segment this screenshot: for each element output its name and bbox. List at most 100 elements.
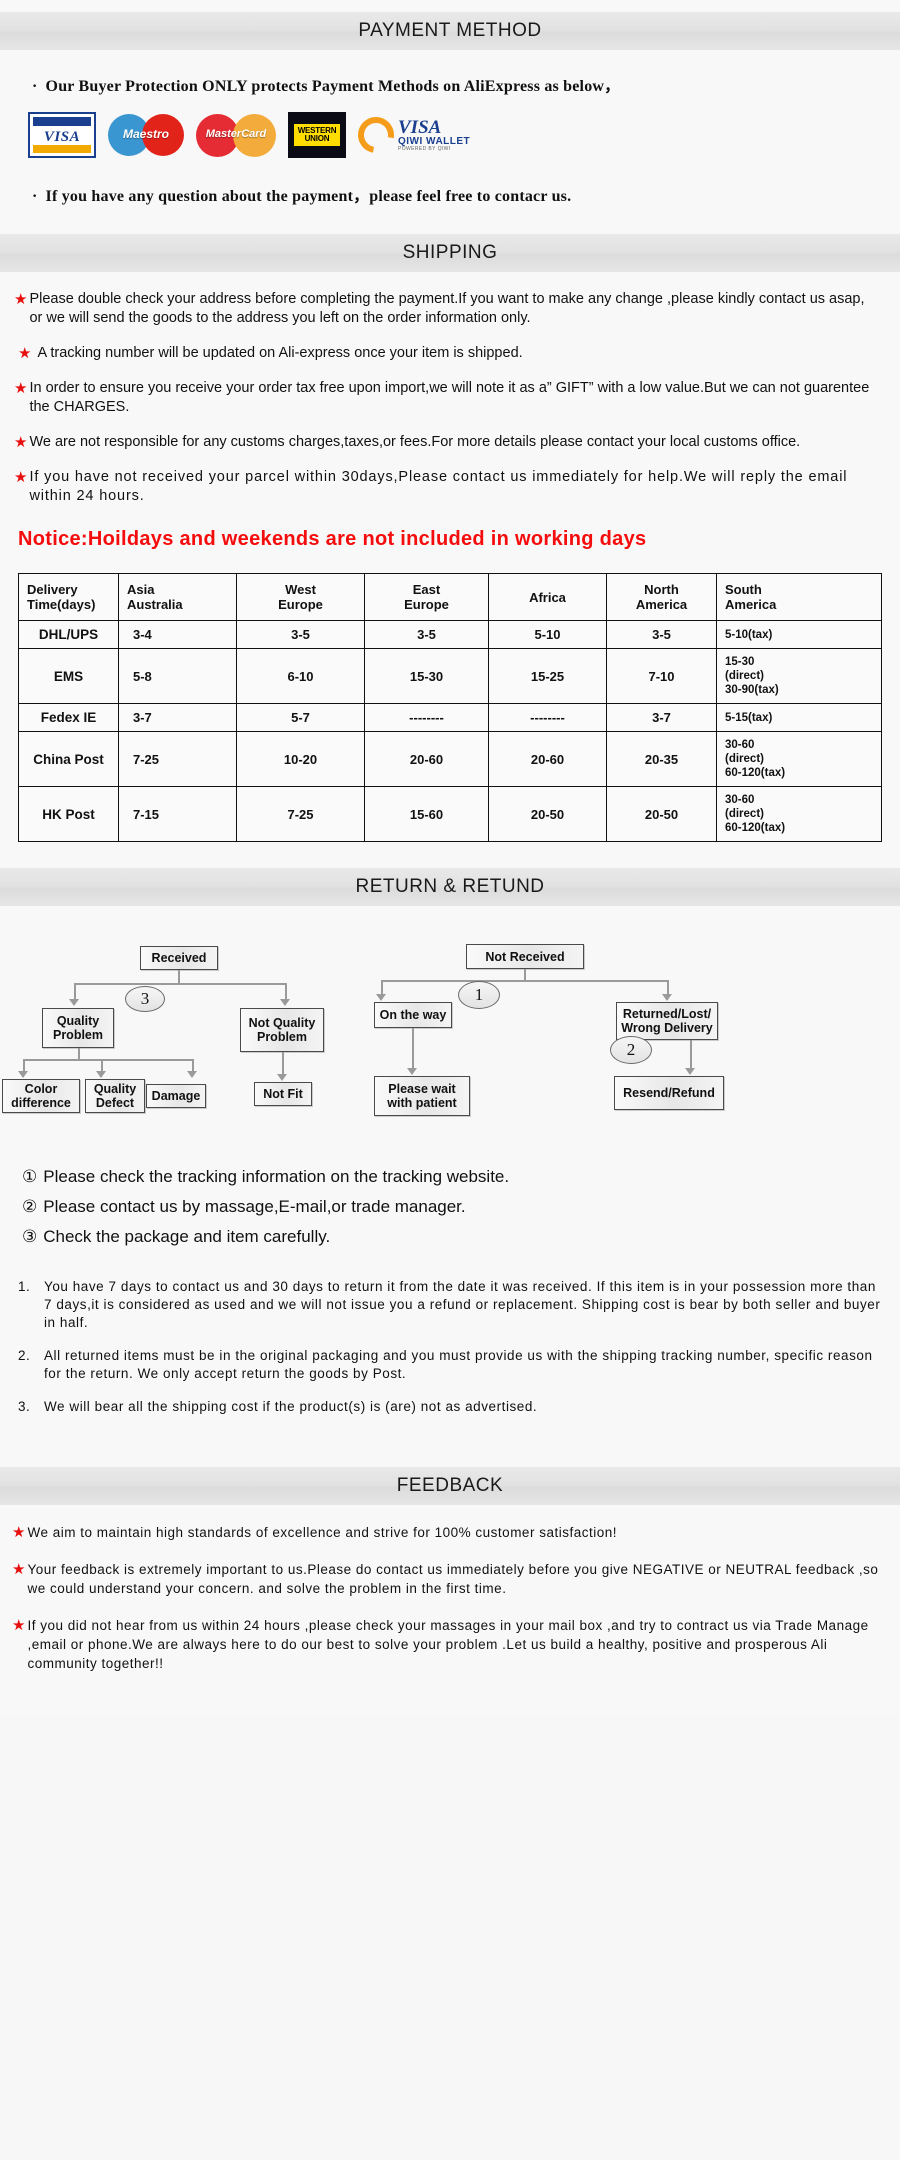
feedback-spacer (0, 1441, 900, 1467)
delivery-time-table: Delivery Time(days) Asia Australia West … (18, 573, 882, 842)
col-north-america: North America (606, 573, 717, 621)
feedback-bullet-text: Your feedback is extremely important to … (27, 1562, 879, 1596)
feedback-bullet: ★ If you did not hear from us within 24 … (12, 1616, 884, 1673)
shipping-bullet: ★ A tracking number will be updated on A… (0, 344, 900, 363)
table-row: Fedex IE 3-7 5-7 -------- -------- 3-7 5… (18, 703, 882, 732)
mastercard-logo: MasterCard (196, 112, 276, 158)
table-row: EMS 5-8 6-10 15-30 15-25 7-10 15-30 (dir… (18, 648, 882, 704)
feedback-bullet-text: We aim to maintain high standards of exc… (27, 1525, 617, 1540)
shipping-bullet: ★ Please double check your address befor… (0, 290, 900, 328)
cell-north-america: 20-35 (606, 731, 717, 787)
qiwi-ring-icon (350, 109, 402, 161)
policy-number: 2. (18, 1348, 31, 1363)
list-item: 1. You have 7 days to contact us and 30 … (18, 1278, 882, 1332)
list-item-text: Please check the tracking information on… (43, 1167, 510, 1186)
flow-node-quality-problem: Quality Problem (42, 1008, 114, 1048)
flow-connector (178, 970, 180, 984)
cell-south-america: 30-60 (direct) 60-120(tax) (716, 786, 882, 842)
flow-connector (381, 980, 668, 982)
policy-text: All returned items must be in the origin… (44, 1348, 873, 1381)
shipping-bullet: ★ In order to ensure you receive your or… (0, 379, 900, 417)
qiwi-visa-text: VISA (398, 117, 442, 138)
table-row: HK Post 7-15 7-25 15-60 20-50 20-50 30-6… (18, 786, 882, 842)
delivery-time-table-wrap: Delivery Time(days) Asia Australia West … (0, 573, 900, 868)
list-item: ③ Check the package and item carefully. (22, 1226, 900, 1247)
shipping-bullet-text: A tracking number will be updated on Ali… (37, 345, 523, 361)
flow-connector (101, 1059, 103, 1071)
table-row: China Post 7-25 10-20 20-60 20-60 20-35 … (18, 731, 882, 787)
shipping-bullet-text: In order to ensure you receive your orde… (29, 380, 870, 415)
cell-africa: 5-10 (488, 620, 607, 649)
cell-west-europe: 7-25 (236, 786, 365, 842)
holidays-notice: Notice:Hoildays and weekends are not inc… (18, 528, 647, 550)
policy-number: 3. (18, 1399, 31, 1414)
payment-title: PAYMENT METHOD (358, 20, 542, 41)
western-union-logo: WESTERN UNION (288, 112, 346, 158)
list-item-text: Check the package and item carefully. (43, 1227, 331, 1246)
mastercard-logo-text: MasterCard (205, 128, 267, 140)
cell-north-america: 7-10 (606, 648, 717, 704)
col-africa: Africa (488, 573, 607, 621)
cell-asia: 3-7 (118, 703, 237, 732)
flow-arrow-icon (18, 1071, 28, 1078)
flow-badge-3: 3 (125, 986, 165, 1012)
list-item: 2. All returned items must be in the ori… (18, 1347, 882, 1383)
flow-arrow-icon (187, 1071, 197, 1078)
flow-connector (74, 983, 286, 985)
policy-text: You have 7 days to contact us and 30 day… (44, 1279, 881, 1330)
col-south-america: South America (716, 573, 882, 621)
cell-asia: 7-15 (118, 786, 237, 842)
cell-south-america: 15-30 (direct) 30-90(tax) (716, 648, 882, 704)
feedback-bullet-text: If you did not hear from us within 24 ho… (27, 1618, 869, 1671)
cell-asia: 7-25 (118, 731, 237, 787)
flow-node-received: Received (140, 946, 218, 970)
cell-west-europe: 3-5 (236, 620, 365, 649)
star-icon: ★ (14, 380, 28, 397)
payment-bullet-1-text: Our Buyer Protection ONLY protects Payme… (45, 78, 621, 95)
flow-node-quality-defect: Quality Defect (85, 1079, 145, 1113)
flow-arrow-icon (407, 1068, 417, 1075)
section-header-return: RETURN & RETUND (0, 868, 900, 906)
flow-connector (74, 983, 76, 999)
circled-number-1: ① (22, 1167, 38, 1186)
cell-africa: 15-25 (488, 648, 607, 704)
feedback-content: ★ We aim to maintain high standards of e… (0, 1505, 900, 1715)
cell-east-europe: 15-60 (364, 786, 489, 842)
cell-east-europe: -------- (364, 703, 489, 732)
flow-connector (23, 1059, 25, 1071)
numbered-instructions: ① Please check the tracking information … (0, 1154, 900, 1262)
cell-north-america: 20-50 (606, 786, 717, 842)
payment-logos: VISA Maestro MasterCard WESTERN UNION VI… (0, 96, 900, 168)
top-spacer (0, 0, 900, 12)
shipping-bullet: ★ If you have not received your parcel w… (0, 468, 900, 506)
policy-number: 1. (18, 1279, 31, 1294)
flow-badge-2: 2 (610, 1036, 652, 1064)
star-icon: ★ (12, 1617, 26, 1634)
cell-east-europe: 3-5 (364, 620, 489, 649)
cell-south-america: 5-15(tax) (716, 703, 882, 732)
visa-logo: VISA (28, 112, 96, 158)
shipping-bullet-text: Please double check your address before … (29, 291, 865, 326)
shipping-title: SHIPPING (402, 242, 498, 263)
cell-west-europe: 6-10 (236, 648, 365, 704)
shipping-bullet-text: We are not responsible for any customs c… (29, 434, 801, 450)
shipping-content: ★ Please double check your address befor… (0, 272, 900, 573)
return-title: RETURN & RETUND (355, 876, 545, 897)
section-header-payment: PAYMENT METHOD (0, 12, 900, 50)
bullet-dot-icon: · (32, 188, 38, 205)
bullet-dot-icon: · (32, 78, 38, 95)
cell-asia: 3-4 (118, 620, 237, 649)
table-header-row: Delivery Time(days) Asia Australia West … (18, 573, 882, 621)
section-header-shipping: SHIPPING (0, 234, 900, 272)
cell-south-america: 30-60 (direct) 60-120(tax) (716, 731, 882, 787)
qiwi-wallet-logo: VISA QIWI WALLET POWERED BY QIWI (350, 109, 478, 161)
flow-node-not-fit: Not Fit (254, 1082, 312, 1106)
cell-north-america: 3-7 (606, 703, 717, 732)
feedback-title: FEEDBACK (396, 1475, 504, 1496)
col-west-europe: West Europe (236, 573, 365, 621)
cell-method: China Post (18, 731, 119, 787)
list-item: ① Please check the tracking information … (22, 1166, 900, 1187)
section-header-feedback: FEEDBACK (0, 1467, 900, 1505)
flow-connector (412, 1028, 414, 1070)
flow-arrow-icon (662, 994, 672, 1001)
